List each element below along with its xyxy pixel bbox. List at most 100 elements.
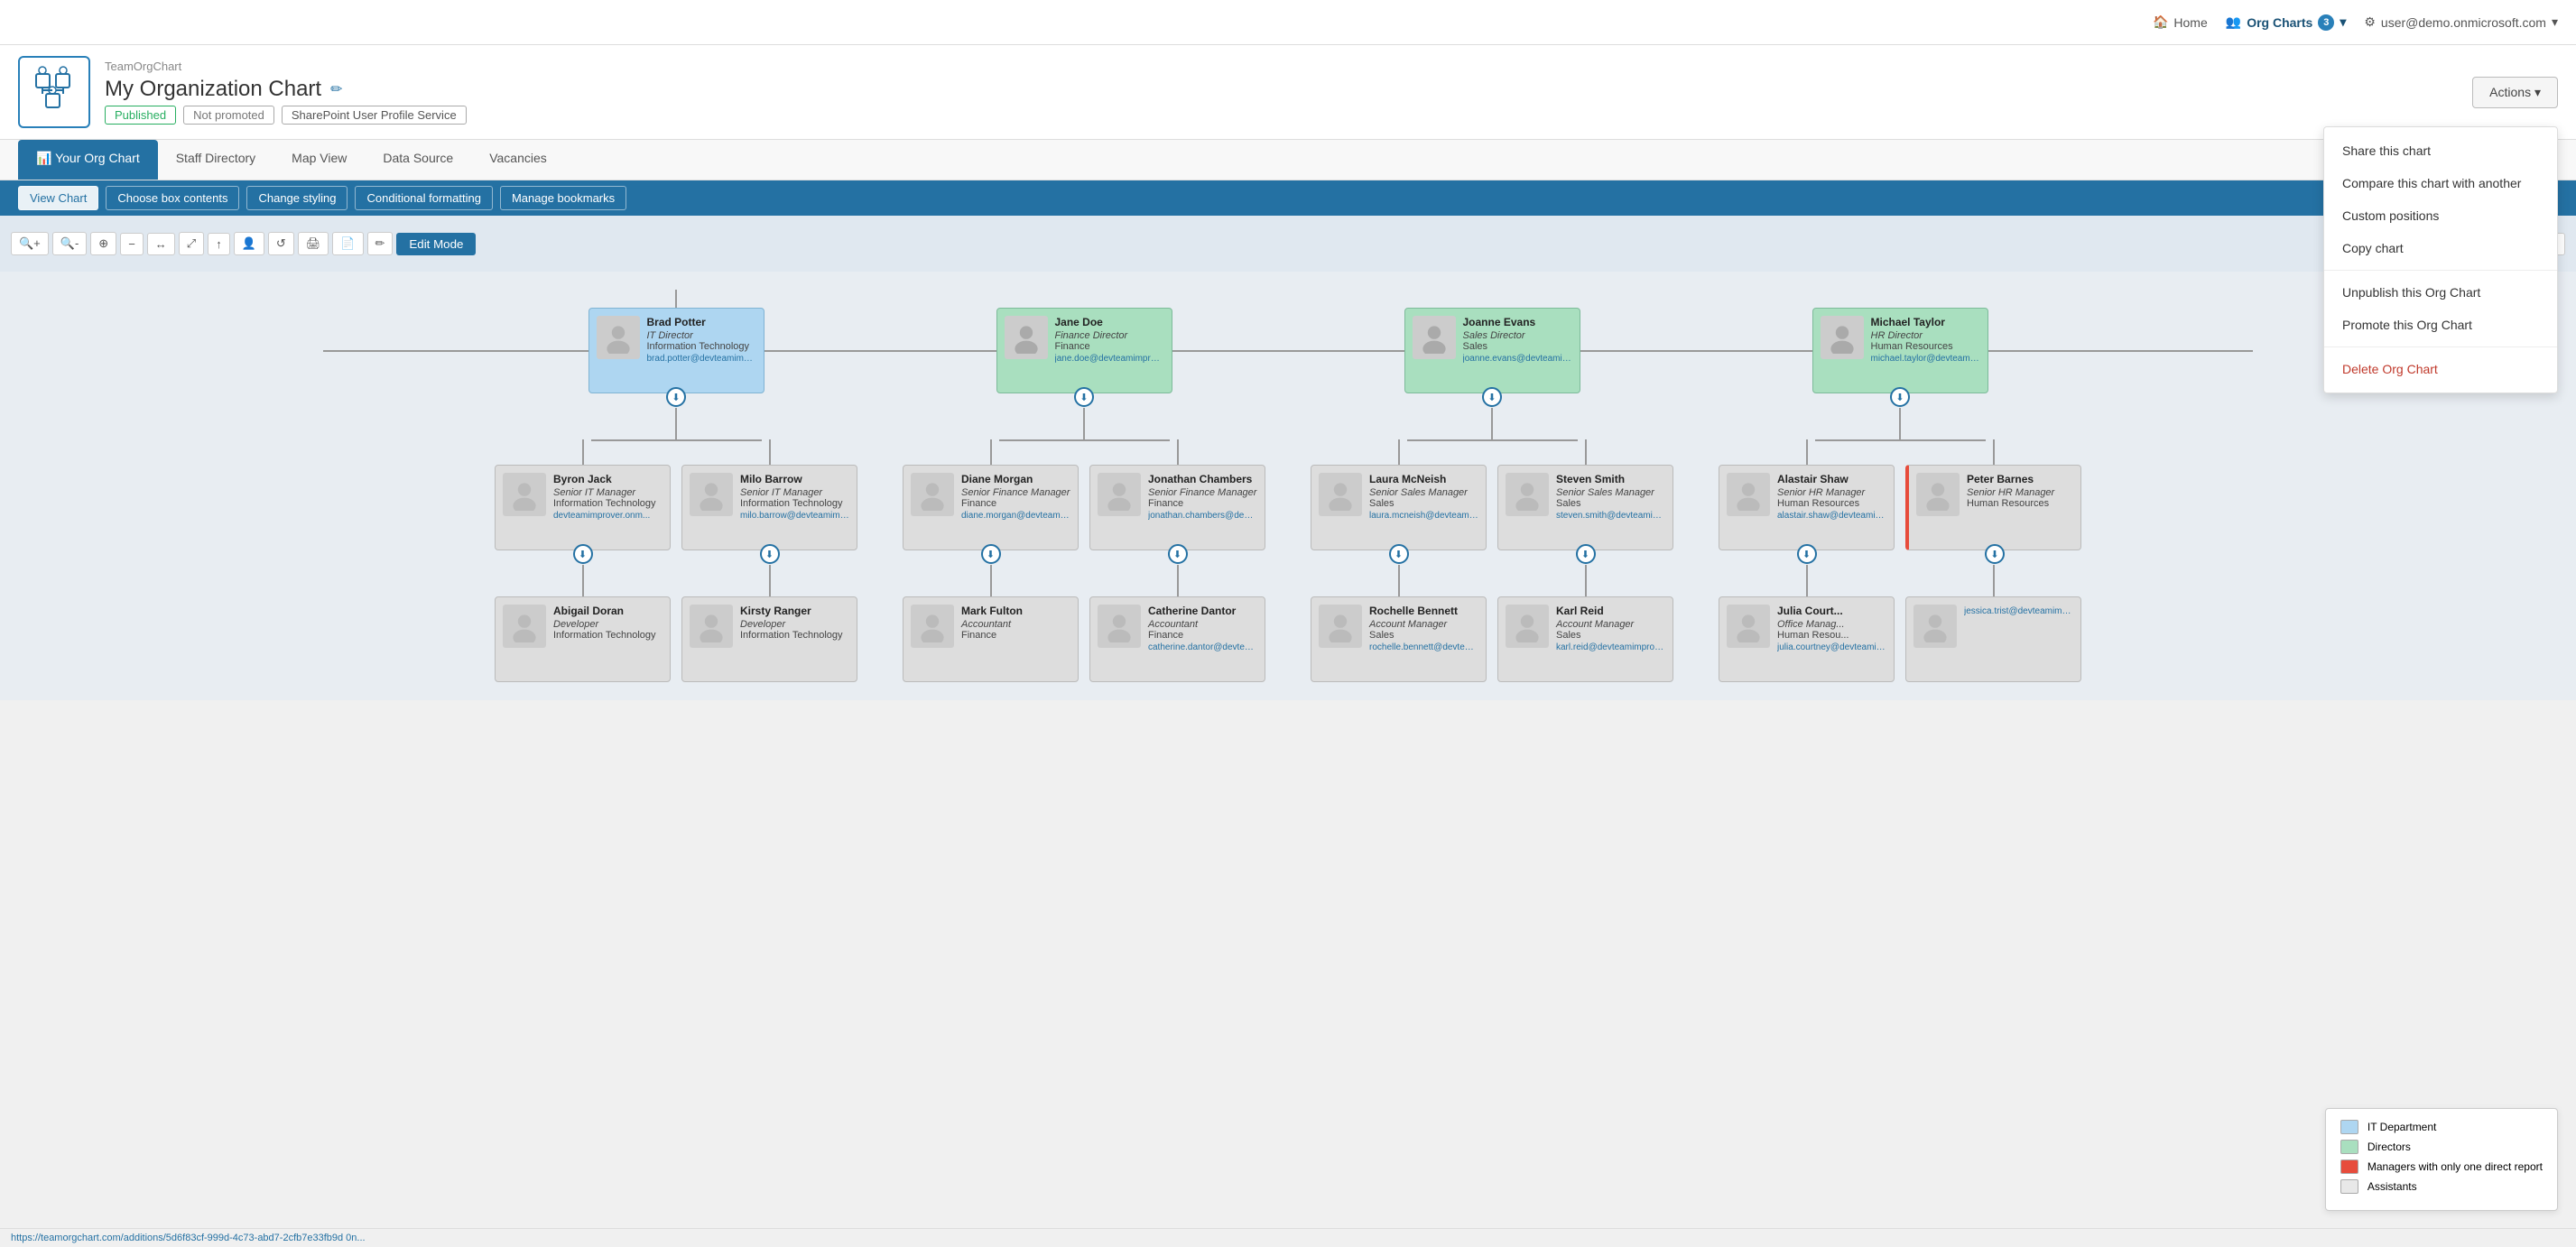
expand-brad[interactable]: ⬇: [666, 387, 686, 407]
zoom-out-button[interactable]: 🔍-: [52, 232, 88, 255]
manage-bookmarks-button[interactable]: Manage bookmarks: [500, 186, 626, 210]
card-abigail[interactable]: Abigail Doran Developer Information Tech…: [495, 596, 671, 682]
card-jonathan[interactable]: Jonathan Chambers Senior Finance Manager…: [1089, 465, 1265, 550]
tab-data-source[interactable]: Data Source: [365, 140, 471, 180]
change-styling-button[interactable]: Change styling: [246, 186, 347, 210]
orgcharts-badge: 3: [2318, 14, 2334, 31]
orgcharts-nav[interactable]: 👥 Org Charts 3 ▾: [2226, 14, 2347, 31]
choose-box-contents-button[interactable]: Choose box contents: [106, 186, 239, 210]
tab-staff-directory[interactable]: Staff Directory: [158, 140, 273, 180]
edit-icon[interactable]: ✏: [330, 80, 342, 98]
card-alastair[interactable]: Alastair Shaw Senior HR Manager Human Re…: [1719, 465, 1895, 550]
avatar-laura: [1319, 473, 1362, 516]
card-mark[interactable]: Mark Fulton Accountant Finance: [903, 596, 1079, 682]
dropdown-share[interactable]: Share this chart: [2324, 134, 2557, 167]
branch-peter: Peter Barnes Senior HR Manager Human Res…: [1905, 439, 2081, 682]
title-text: My Organization Chart: [105, 77, 321, 102]
avatar-alastair: [1727, 473, 1770, 516]
card-jessica[interactable]: jessica.trist@devteamimprover...: [1905, 596, 2081, 682]
expand-diane[interactable]: ⬇: [981, 544, 1001, 564]
card-laura[interactable]: Laura McNeish Senior Sales Manager Sales…: [1311, 465, 1487, 550]
dropdown-promote[interactable]: Promote this Org Chart: [2324, 309, 2557, 341]
dropdown-divider-2: [2324, 346, 2557, 347]
name-mark: Mark Fulton: [961, 605, 1070, 619]
director-branch-jane: Jane Doe Finance Director Finance jane.d…: [903, 308, 1265, 682]
title-brad: IT Director: [647, 330, 756, 341]
chart-scroll-area[interactable]: 🔍+ 🔍- ⊕ − ↔ ⤢ ↑ 👤 ↺ 🖨 📄 ✏ Edit Mode Pers…: [0, 216, 2576, 700]
managers-michael: Alastair Shaw Senior HR Manager Human Re…: [1719, 439, 2081, 682]
expand-jonathan[interactable]: ⬇: [1168, 544, 1188, 564]
center-button[interactable]: ⊕: [90, 232, 116, 255]
dropdown-unpublish[interactable]: Unpublish this Org Chart: [2324, 276, 2557, 309]
avatar-catherine: [1098, 605, 1141, 648]
dropdown-compare[interactable]: Compare this chart with another: [2324, 167, 2557, 199]
print-button[interactable]: 🖨: [298, 232, 329, 255]
expand-milo[interactable]: ⬇: [760, 544, 780, 564]
user-nav[interactable]: ⚙ user@demo.onmicrosoft.com ▾: [2364, 14, 2558, 30]
expand-byron[interactable]: ⬇: [573, 544, 593, 564]
card-byron[interactable]: Byron Jack Senior IT Manager Information…: [495, 465, 671, 550]
dropdown-copy[interactable]: Copy chart: [2324, 232, 2557, 264]
expand-button[interactable]: ⤢: [179, 232, 204, 255]
expand-steven[interactable]: ⬇: [1576, 544, 1596, 564]
card-kirsty[interactable]: Kirsty Ranger Developer Information Tech…: [681, 596, 857, 682]
branch-diane: Diane Morgan Senior Finance Manager Fina…: [903, 439, 1079, 682]
title-peter: Senior HR Manager: [1967, 487, 2073, 498]
pen-button[interactable]: ✏: [367, 232, 394, 255]
title-jonathan: Senior Finance Manager: [1148, 487, 1257, 498]
not-promoted-badge[interactable]: Not promoted: [183, 106, 274, 125]
card-joanne[interactable]: Joanne Evans Sales Director Sales joanne…: [1404, 308, 1580, 393]
card-rochelle[interactable]: Rochelle Bennett Account Manager Sales r…: [1311, 596, 1487, 682]
dropdown-delete[interactable]: Delete Org Chart: [2324, 353, 2557, 385]
tab-your-org-chart[interactable]: 📊 Your Org Chart: [18, 140, 158, 180]
conditional-formatting-button[interactable]: Conditional formatting: [355, 186, 492, 210]
tab-vacancies[interactable]: Vacancies: [471, 140, 565, 180]
header-badges: Published Not promoted SharePoint User P…: [105, 106, 2458, 125]
card-diane[interactable]: Diane Morgan Senior Finance Manager Fina…: [903, 465, 1079, 550]
name-rochelle: Rochelle Bennett: [1369, 605, 1478, 619]
card-catherine[interactable]: Catherine Dantor Accountant Finance cath…: [1089, 596, 1265, 682]
source-badge[interactable]: SharePoint User Profile Service: [282, 106, 467, 125]
minus-button[interactable]: −: [120, 233, 144, 255]
view-chart-button[interactable]: View Chart: [18, 186, 98, 210]
person-button[interactable]: 👤: [234, 232, 264, 255]
card-milo[interactable]: Milo Barrow Senior IT Manager Informatio…: [681, 465, 857, 550]
email-steven: steven.smith@devteamimprover.o...: [1556, 511, 1665, 521]
expand-joanne[interactable]: ⬇: [1482, 387, 1502, 407]
expand-peter[interactable]: ⬇: [1985, 544, 2005, 564]
card-steven[interactable]: Steven Smith Senior Sales Manager Sales …: [1497, 465, 1673, 550]
zoom-in-button[interactable]: 🔍+: [11, 232, 49, 255]
avatar-mark: [911, 605, 954, 648]
avatar-jane: [1005, 316, 1048, 359]
fit-button[interactable]: ↔: [147, 233, 175, 255]
expand-michael[interactable]: ⬇: [1890, 387, 1910, 407]
home-nav[interactable]: 🏠 Home: [2153, 14, 2208, 30]
avatar-michael: [1821, 316, 1864, 359]
actions-button[interactable]: Actions ▾: [2472, 77, 2558, 108]
status-bar: https://teamorgchart.com/additions/5d6f8…: [0, 1228, 2576, 1247]
card-brad-potter[interactable]: Brad Potter IT Director Information Tech…: [588, 308, 764, 393]
director-branch-brad: Brad Potter IT Director Information Tech…: [495, 308, 857, 682]
published-badge[interactable]: Published: [105, 106, 176, 125]
expand-laura[interactable]: ⬇: [1389, 544, 1409, 564]
name-jonathan: Jonathan Chambers: [1148, 473, 1257, 487]
expand-jane[interactable]: ⬇: [1074, 387, 1094, 407]
app-logo: [18, 56, 90, 128]
card-karl[interactable]: Karl Reid Account Manager Sales karl.rei…: [1497, 596, 1673, 682]
orgcharts-chevron: ▾: [2340, 14, 2346, 30]
dropdown-custom-positions[interactable]: Custom positions: [2324, 199, 2557, 232]
card-peter[interactable]: Peter Barnes Senior HR Manager Human Res…: [1905, 465, 2081, 550]
settings-icon: ⚙: [2364, 14, 2376, 30]
pdf-button[interactable]: 📄: [332, 232, 363, 255]
up-button[interactable]: ↑: [208, 233, 230, 255]
card-jane-doe[interactable]: Jane Doe Finance Director Finance jane.d…: [996, 308, 1172, 393]
name-julia: Julia Court...: [1777, 605, 1886, 619]
avatar-diane: [911, 473, 954, 516]
edit-mode-button[interactable]: Edit Mode: [396, 233, 476, 255]
card-julia[interactable]: Julia Court... Office Manag... Human Res…: [1719, 596, 1895, 682]
card-michael[interactable]: Michael Taylor HR Director Human Resourc…: [1812, 308, 1988, 393]
tab-map-view[interactable]: Map View: [273, 140, 365, 180]
managers-brad: Byron Jack Senior IT Manager Information…: [495, 439, 857, 682]
expand-alastair[interactable]: ⬇: [1797, 544, 1817, 564]
refresh-button[interactable]: ↺: [268, 232, 294, 255]
